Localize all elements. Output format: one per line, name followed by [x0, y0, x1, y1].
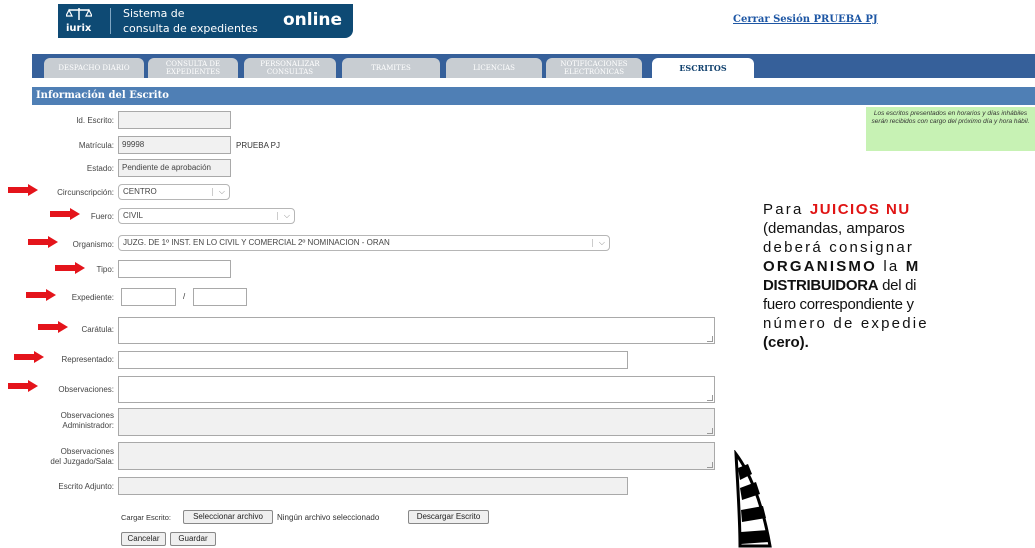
- red-arrow-icon: [26, 289, 56, 301]
- save-button[interactable]: Guardar: [170, 532, 216, 546]
- label-obs-admin-2: Administrador:: [62, 421, 114, 430]
- id-escrito-field: [118, 111, 231, 129]
- select-divider: [592, 239, 593, 247]
- chevron-down-icon: ⌵: [598, 238, 605, 247]
- obs-juzgado-textarea: [118, 442, 715, 470]
- organismo-value: JUZG. DE 1º INST. EN LO CIVIL Y COMERCIA…: [123, 238, 390, 247]
- label-obs-juzgado-1: Observaciones: [60, 447, 114, 456]
- circunscripcion-select[interactable]: CENTRO ⌵: [118, 184, 230, 200]
- expediente-separator: /: [183, 292, 186, 301]
- logo-separator: [110, 8, 111, 34]
- app-subtitle-line1: Sistema de: [123, 7, 185, 20]
- overlay-line: deberá consignar: [763, 238, 1035, 257]
- logout-link[interactable]: Cerrar Sesión PRUEBA PJ: [733, 14, 878, 25]
- chevron-down-icon: ⌵: [218, 187, 225, 196]
- expediente-year-input[interactable]: [193, 288, 247, 306]
- label-obs-admin-1: Observaciones: [60, 411, 114, 420]
- business-hours-notice: Los escritos presentados en horarios y d…: [866, 107, 1035, 151]
- overlay-line: (cero).: [763, 333, 1035, 352]
- estado-field: Pendiente de aprobación: [118, 159, 231, 177]
- overlay-text-part: número de expedie: [763, 315, 929, 332]
- obs-admin-textarea: [118, 408, 715, 436]
- instruction-overlay: Para JUICIOS NU (demandas, amparos deber…: [763, 200, 1035, 352]
- expediente-number-input[interactable]: [121, 288, 176, 306]
- tab-consulta-expedientes[interactable]: CONSULTA DE EXPEDIENTES: [148, 58, 238, 78]
- matricula-name: PRUEBA PJ: [236, 141, 281, 150]
- circunscripcion-value: CENTRO: [123, 187, 157, 196]
- logo-word: iurix: [66, 23, 92, 34]
- overlay-text-part: deberá consignar: [763, 239, 915, 256]
- caratula-textarea[interactable]: [118, 317, 715, 344]
- tipo-input[interactable]: [118, 260, 231, 278]
- label-estado: Estado:: [86, 164, 114, 173]
- resize-grip[interactable]: [707, 395, 713, 401]
- cargar-escrito-label: Cargar Escrito:: [121, 513, 172, 522]
- tab-escritos[interactable]: ESCRITOS: [652, 58, 754, 78]
- app-subtitle-line2: consulta de expedientes: [123, 22, 258, 35]
- red-arrow-icon: [50, 208, 80, 220]
- tab-notificaciones[interactable]: NOTIFICACIONES ELECTRÓNICAS: [546, 58, 642, 78]
- select-file-button[interactable]: Seleccionar archivo: [183, 510, 273, 524]
- online-label: online: [283, 10, 343, 30]
- overlay-line: Para JUICIOS NU: [763, 200, 1035, 219]
- fuero-value: CIVIL: [123, 211, 144, 220]
- overlay-text-part: la: [876, 258, 906, 275]
- label-matricula: Matrícula:: [78, 141, 114, 150]
- overlay-text-part: M: [905, 258, 921, 275]
- red-arrow-icon: [8, 380, 38, 392]
- scales-icon: [66, 8, 92, 20]
- chevron-down-icon: ⌵: [283, 211, 290, 220]
- overlay-text-part: ORGANISMO: [763, 258, 877, 275]
- no-file-text: Ningún archivo seleccionado: [277, 513, 380, 522]
- label-id-escrito: Id. Escrito:: [76, 116, 114, 125]
- tab-tramites[interactable]: TRAMITES: [342, 58, 440, 78]
- red-arrow-icon: [38, 321, 68, 333]
- fuero-select[interactable]: CIVIL ⌵: [118, 208, 295, 224]
- resize-grip[interactable]: [707, 336, 713, 342]
- observaciones-textarea[interactable]: [118, 376, 715, 403]
- overlay-text-part: DISTRIBUIDORA: [763, 277, 879, 294]
- label-escrito-adjunto: Escrito Adjunto:: [58, 482, 114, 491]
- red-arrow-icon: [8, 184, 38, 196]
- red-arrow-icon: [14, 351, 44, 363]
- overlay-line: fuero correspondiente y: [763, 295, 1035, 314]
- label-obs-juzgado-2: del Juzgado/Sala:: [50, 457, 114, 466]
- overlay-text-part: JUICIOS NU: [809, 201, 911, 218]
- section-title: Información del Escrito: [32, 87, 1035, 105]
- overlay-line: ORGANISMO la M: [763, 257, 1035, 276]
- overlay-line: número de expedie: [763, 314, 1035, 333]
- overlay-text-part: (demandas, amparos: [763, 220, 905, 237]
- resize-grip[interactable]: [707, 462, 713, 468]
- red-arrow-icon: [55, 262, 85, 274]
- tab-personalizar-consultas[interactable]: PERSONALIZAR CONSULTAS: [244, 58, 336, 78]
- app-logo: iurix Sistema de consulta de expedientes…: [58, 4, 353, 38]
- red-arrow-icon: [28, 236, 58, 248]
- striped-drawing-icon: [734, 450, 772, 548]
- representado-input[interactable]: [118, 351, 628, 369]
- overlay-text-part: (cero).: [763, 334, 809, 351]
- cancel-button[interactable]: Cancelar: [121, 532, 166, 546]
- select-divider: [212, 188, 213, 196]
- overlay-text-part: fuero correspondiente y: [763, 296, 914, 313]
- resize-grip[interactable]: [707, 428, 713, 434]
- overlay-line: DISTRIBUIDORA del di: [763, 276, 1035, 295]
- matricula-field: 99998: [118, 136, 231, 154]
- download-escrito-button[interactable]: Descargar Escrito: [408, 510, 489, 524]
- overlay-line: (demandas, amparos: [763, 219, 1035, 238]
- escrito-adjunto-field: [118, 477, 628, 495]
- overlay-text-part: Para: [763, 201, 810, 218]
- tab-licencias[interactable]: LICENCIAS: [446, 58, 542, 78]
- tab-despacho-diario[interactable]: DESPACHO DIARIO: [44, 58, 144, 78]
- select-divider: [277, 212, 278, 220]
- overlay-text-part: del di: [878, 277, 917, 294]
- organismo-select[interactable]: JUZG. DE 1º INST. EN LO CIVIL Y COMERCIA…: [118, 235, 610, 251]
